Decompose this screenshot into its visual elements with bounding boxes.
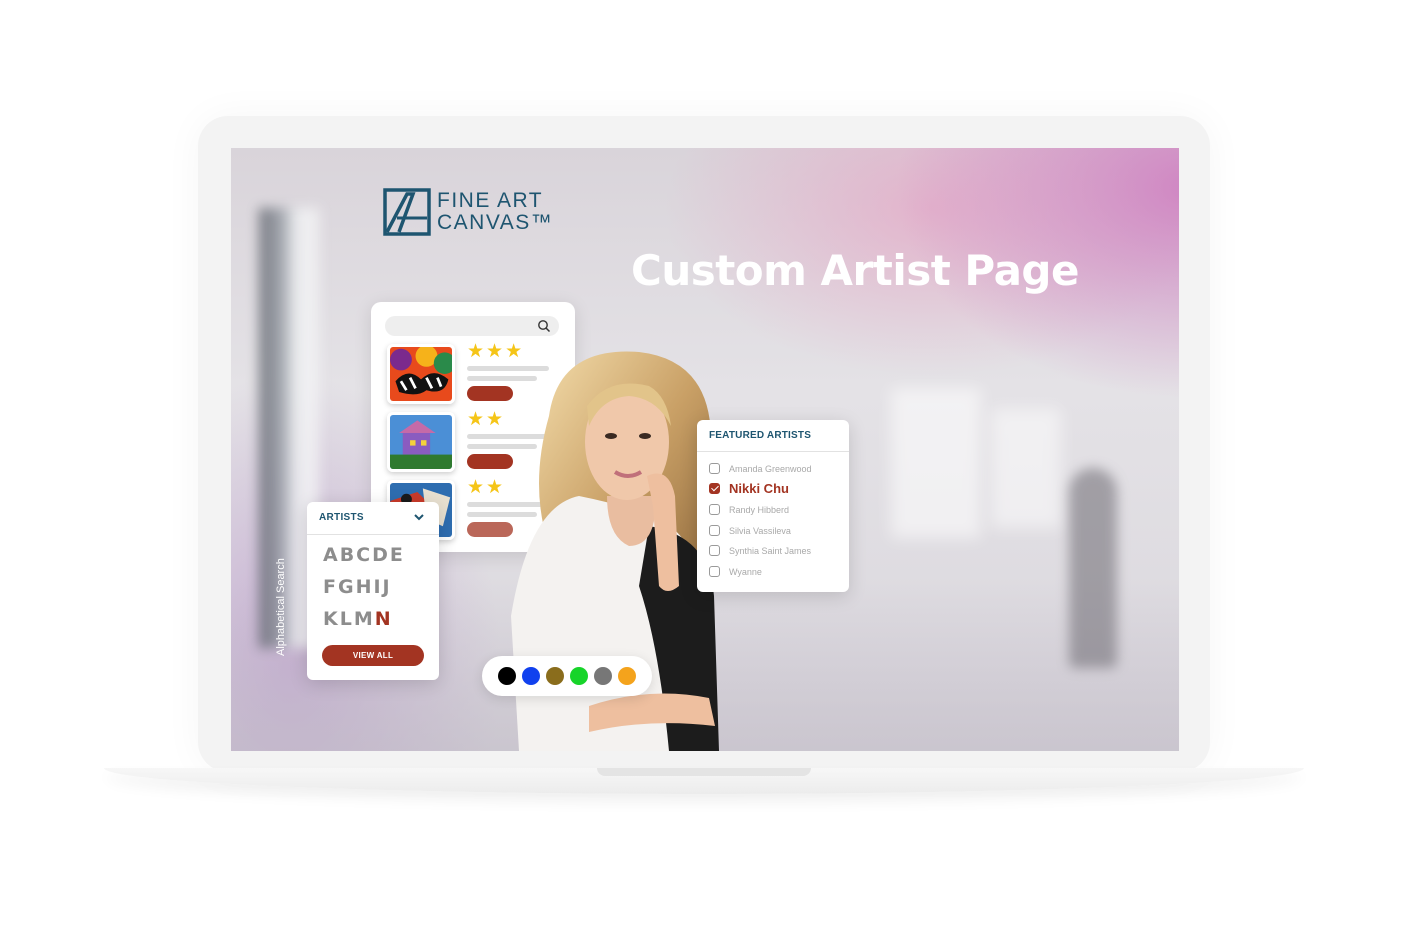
- divider: [307, 534, 439, 535]
- divider: [697, 451, 849, 452]
- color-swatch[interactable]: [522, 667, 540, 685]
- featured-artist-name[interactable]: Amanda Greenwood: [729, 464, 812, 474]
- logo-line-1: FINE ART: [437, 189, 544, 212]
- alphabet-row[interactable]: KLMN: [323, 608, 393, 630]
- featured-artist-option[interactable]: Silvia Vassileva: [709, 525, 791, 536]
- featured-artist-option[interactable]: Randy Hibberd: [709, 504, 789, 515]
- featured-artists-panel: FEATURED ARTISTS Amanda Greenwood Nikki …: [697, 420, 849, 592]
- featured-artist-name[interactable]: Randy Hibberd: [729, 505, 789, 515]
- featured-artists-title: FEATURED ARTISTS: [709, 430, 812, 441]
- page-title: Custom Artist Page: [631, 246, 1079, 295]
- logo: FINE ART CANVAS™: [383, 188, 553, 236]
- color-swatch[interactable]: [546, 667, 564, 685]
- alphabet-row[interactable]: FGHIJ: [323, 576, 392, 598]
- checkbox[interactable]: [709, 463, 720, 474]
- featured-artist-name[interactable]: Silvia Vassileva: [729, 526, 791, 536]
- alphabet-row[interactable]: ABCDE: [323, 544, 405, 566]
- chevron-down-icon[interactable]: [413, 512, 425, 522]
- checkbox[interactable]: [709, 525, 720, 536]
- featured-artist-name[interactable]: Wyanne: [729, 567, 762, 577]
- artwork-thumbnail[interactable]: [387, 412, 455, 472]
- view-all-button[interactable]: VIEW ALL: [322, 645, 424, 666]
- logo-text: FINE ART CANVAS™: [437, 190, 553, 234]
- alphabet-letter-selected[interactable]: N: [375, 608, 393, 630]
- artists-alpha-panel: ARTISTS ABCDE FGHIJ KLMN VIEW ALL: [307, 502, 439, 680]
- alphabet-letters[interactable]: KLM: [323, 608, 375, 630]
- checkbox-checked[interactable]: [709, 483, 720, 494]
- featured-artist-name[interactable]: Synthia Saint James: [729, 546, 811, 556]
- featured-artist-option[interactable]: Amanda Greenwood: [709, 463, 812, 474]
- search-icon[interactable]: [537, 319, 551, 333]
- logo-line-2: CANVAS™: [437, 211, 554, 234]
- gallery-wall-frame: [991, 408, 1061, 528]
- color-swatch[interactable]: [594, 667, 612, 685]
- artwork-thumbnail[interactable]: [387, 344, 455, 404]
- gallery-wall-frame: [891, 388, 981, 538]
- color-swatch-picker: [482, 656, 652, 696]
- featured-artist-option[interactable]: Wyanne: [709, 566, 762, 577]
- color-swatch[interactable]: [618, 667, 636, 685]
- color-swatch[interactable]: [498, 667, 516, 685]
- laptop-notch: [597, 768, 811, 776]
- checkbox[interactable]: [709, 566, 720, 577]
- checkbox[interactable]: [709, 545, 720, 556]
- checkbox[interactable]: [709, 504, 720, 515]
- featured-artist-option[interactable]: Nikki Chu: [709, 481, 789, 496]
- logo-mark-icon: [383, 188, 431, 236]
- search-input[interactable]: [385, 316, 559, 336]
- alphabetical-search-label: Alphabetical Search: [275, 558, 287, 656]
- featured-artist-option[interactable]: Synthia Saint James: [709, 545, 811, 556]
- blurred-visitor: [1069, 468, 1117, 668]
- laptop-screen: FINE ART CANVAS™ Custom Artist Page ★★★: [231, 148, 1179, 751]
- featured-artist-name[interactable]: Nikki Chu: [729, 481, 789, 496]
- color-swatch[interactable]: [570, 667, 588, 685]
- artists-dropdown-label[interactable]: ARTISTS: [319, 512, 364, 523]
